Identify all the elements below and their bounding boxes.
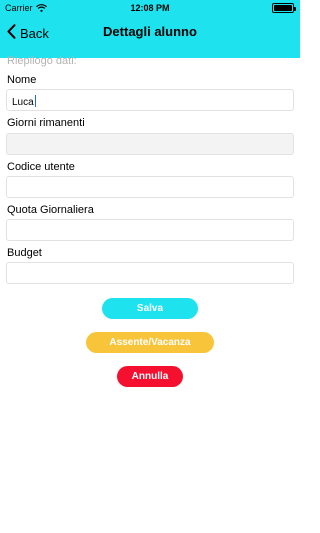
daily-quota-field[interactable] (6, 219, 294, 241)
name-field[interactable]: Luca (6, 89, 294, 111)
header-bar: Carrier 12:08 PM Back Dettagli alunno (0, 0, 300, 58)
budget-field[interactable] (6, 262, 294, 284)
battery-icon (272, 3, 296, 13)
days-remaining-field (6, 133, 294, 155)
budget-label: Budget (7, 247, 42, 259)
name-value: Luca (12, 97, 34, 108)
text-cursor (34, 95, 36, 107)
name-label: Nome (7, 74, 37, 86)
user-code-label: Codice utente (7, 161, 75, 173)
status-time: 12:08 PM (130, 3, 170, 13)
daily-quota-label: Quota Giornaliera (7, 204, 94, 216)
save-button[interactable]: Salva (102, 298, 198, 319)
page-title: Dettagli alunno (103, 24, 197, 39)
absent-vacation-button[interactable]: Assente/Vacanza (86, 332, 214, 353)
cancel-button[interactable]: Annulla (117, 366, 183, 387)
section-title: Riepilogo dati: (7, 55, 77, 67)
user-code-field[interactable] (6, 176, 294, 198)
status-bar: Carrier 12:08 PM (0, 0, 300, 16)
days-remaining-label: Giorni rimanenti (7, 117, 85, 129)
navigation-bar: Back Dettagli alunno (0, 16, 300, 58)
